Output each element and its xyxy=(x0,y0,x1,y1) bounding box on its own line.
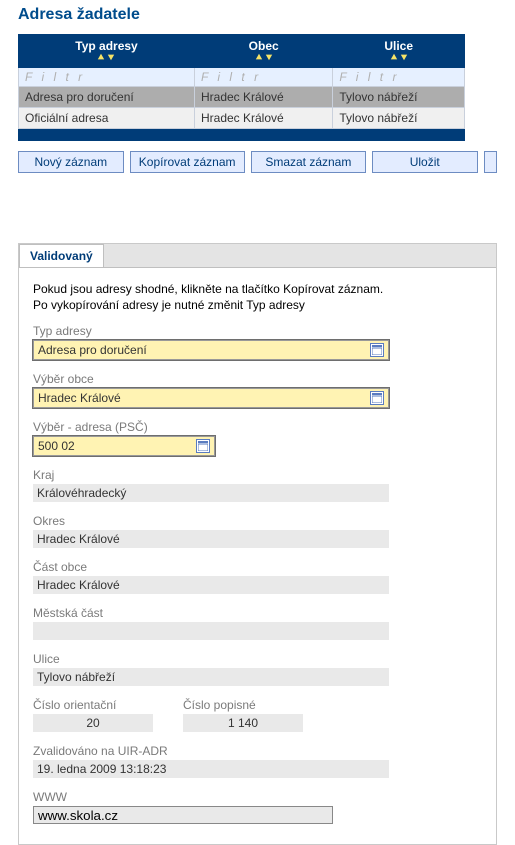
table-row[interactable]: Adresa pro doručení Hradec Králové Tylov… xyxy=(19,87,465,108)
label-ulice: Ulice xyxy=(33,652,482,666)
okres-value: Hradec Králové xyxy=(33,530,389,548)
typ-adresy-value: Adresa pro doručení xyxy=(38,343,147,357)
overflow-button[interactable] xyxy=(484,151,498,173)
label-okres: Okres xyxy=(33,514,482,528)
delete-record-button[interactable]: Smazat záznam xyxy=(251,151,366,173)
col-header-ulice[interactable]: Ulice xyxy=(333,35,465,68)
table-row[interactable]: Oficiální adresa Hradec Králové Tylovo n… xyxy=(19,108,465,129)
vyber-adresa-select[interactable]: 500 02 xyxy=(33,436,215,456)
filter-cell[interactable]: F i l t r xyxy=(194,68,332,87)
label-mestska-cast: Městská část xyxy=(33,606,482,620)
cell-obec: Hradec Králové xyxy=(194,87,332,108)
label-zvalidovano: Zvalidováno na UIR-ADR xyxy=(33,744,482,758)
filter-cell[interactable]: F i l t r xyxy=(333,68,465,87)
ulice-value: Tylovo nábřeží xyxy=(33,668,389,686)
page-title: Adresa žadatele xyxy=(0,0,515,34)
tab-strip-filler xyxy=(104,244,496,268)
cell-ulice: Tylovo nábřeží xyxy=(333,108,465,129)
label-cast-obce: Část obce xyxy=(33,560,482,574)
picker-icon[interactable] xyxy=(196,439,210,453)
copy-record-button[interactable]: Kopírovat záznam xyxy=(130,151,245,173)
sort-icon[interactable] xyxy=(25,53,188,63)
label-cislo-popisne: Číslo popisné xyxy=(183,698,303,712)
col-header-typ[interactable]: Typ adresy xyxy=(19,35,195,68)
picker-icon[interactable] xyxy=(370,391,384,405)
label-www: WWW xyxy=(33,790,482,804)
cell-ulice: Tylovo nábřeží xyxy=(333,87,465,108)
cislo-popisne-value: 1 140 xyxy=(183,714,303,732)
sort-icon[interactable] xyxy=(339,53,458,63)
tab-validated[interactable]: Validovaný xyxy=(19,244,104,268)
label-vyber-obce: Výběr obce xyxy=(33,372,482,386)
cislo-orientacni-value: 20 xyxy=(33,714,153,732)
info-text: Po vykopírování adresy je nutné změnit T… xyxy=(33,298,482,312)
new-record-button[interactable]: Nový záznam xyxy=(18,151,124,173)
col-header-label: Typ adresy xyxy=(75,39,137,53)
col-header-label: Ulice xyxy=(384,39,413,53)
cell-obec: Hradec Králové xyxy=(194,108,332,129)
col-header-label: Obec xyxy=(249,39,279,53)
typ-adresy-select[interactable]: Adresa pro doručení xyxy=(33,340,389,360)
info-text: Pokud jsou adresy shodné, klikněte na tl… xyxy=(33,282,482,296)
filter-cell[interactable]: F i l t r xyxy=(19,68,195,87)
cast-obce-value: Hradec Králové xyxy=(33,576,389,594)
col-header-obec[interactable]: Obec xyxy=(194,35,332,68)
address-table: Typ adresy Obec xyxy=(18,34,465,129)
vyber-obce-value: Hradec Králové xyxy=(38,391,121,405)
save-button[interactable]: Uložit xyxy=(372,151,478,173)
label-cislo-orientacni: Číslo orientační xyxy=(33,698,153,712)
zvalidovano-value: 19. ledna 2009 13:18:23 xyxy=(33,760,389,778)
sort-icon[interactable] xyxy=(201,53,326,63)
cell-typ: Oficiální adresa xyxy=(19,108,195,129)
label-typ-adresy: Typ adresy xyxy=(33,324,482,338)
table-footer-bar xyxy=(18,129,465,141)
vyber-adresa-value: 500 02 xyxy=(38,439,75,453)
cell-typ: Adresa pro doručení xyxy=(19,87,195,108)
label-vyber-adresa: Výběr - adresa (PSČ) xyxy=(33,420,482,434)
vyber-obce-select[interactable]: Hradec Králové xyxy=(33,388,389,408)
picker-icon[interactable] xyxy=(370,343,384,357)
www-input[interactable] xyxy=(33,806,333,824)
label-kraj: Kraj xyxy=(33,468,482,482)
kraj-value: Královéhradecký xyxy=(33,484,389,502)
mestska-cast-value xyxy=(33,622,389,640)
